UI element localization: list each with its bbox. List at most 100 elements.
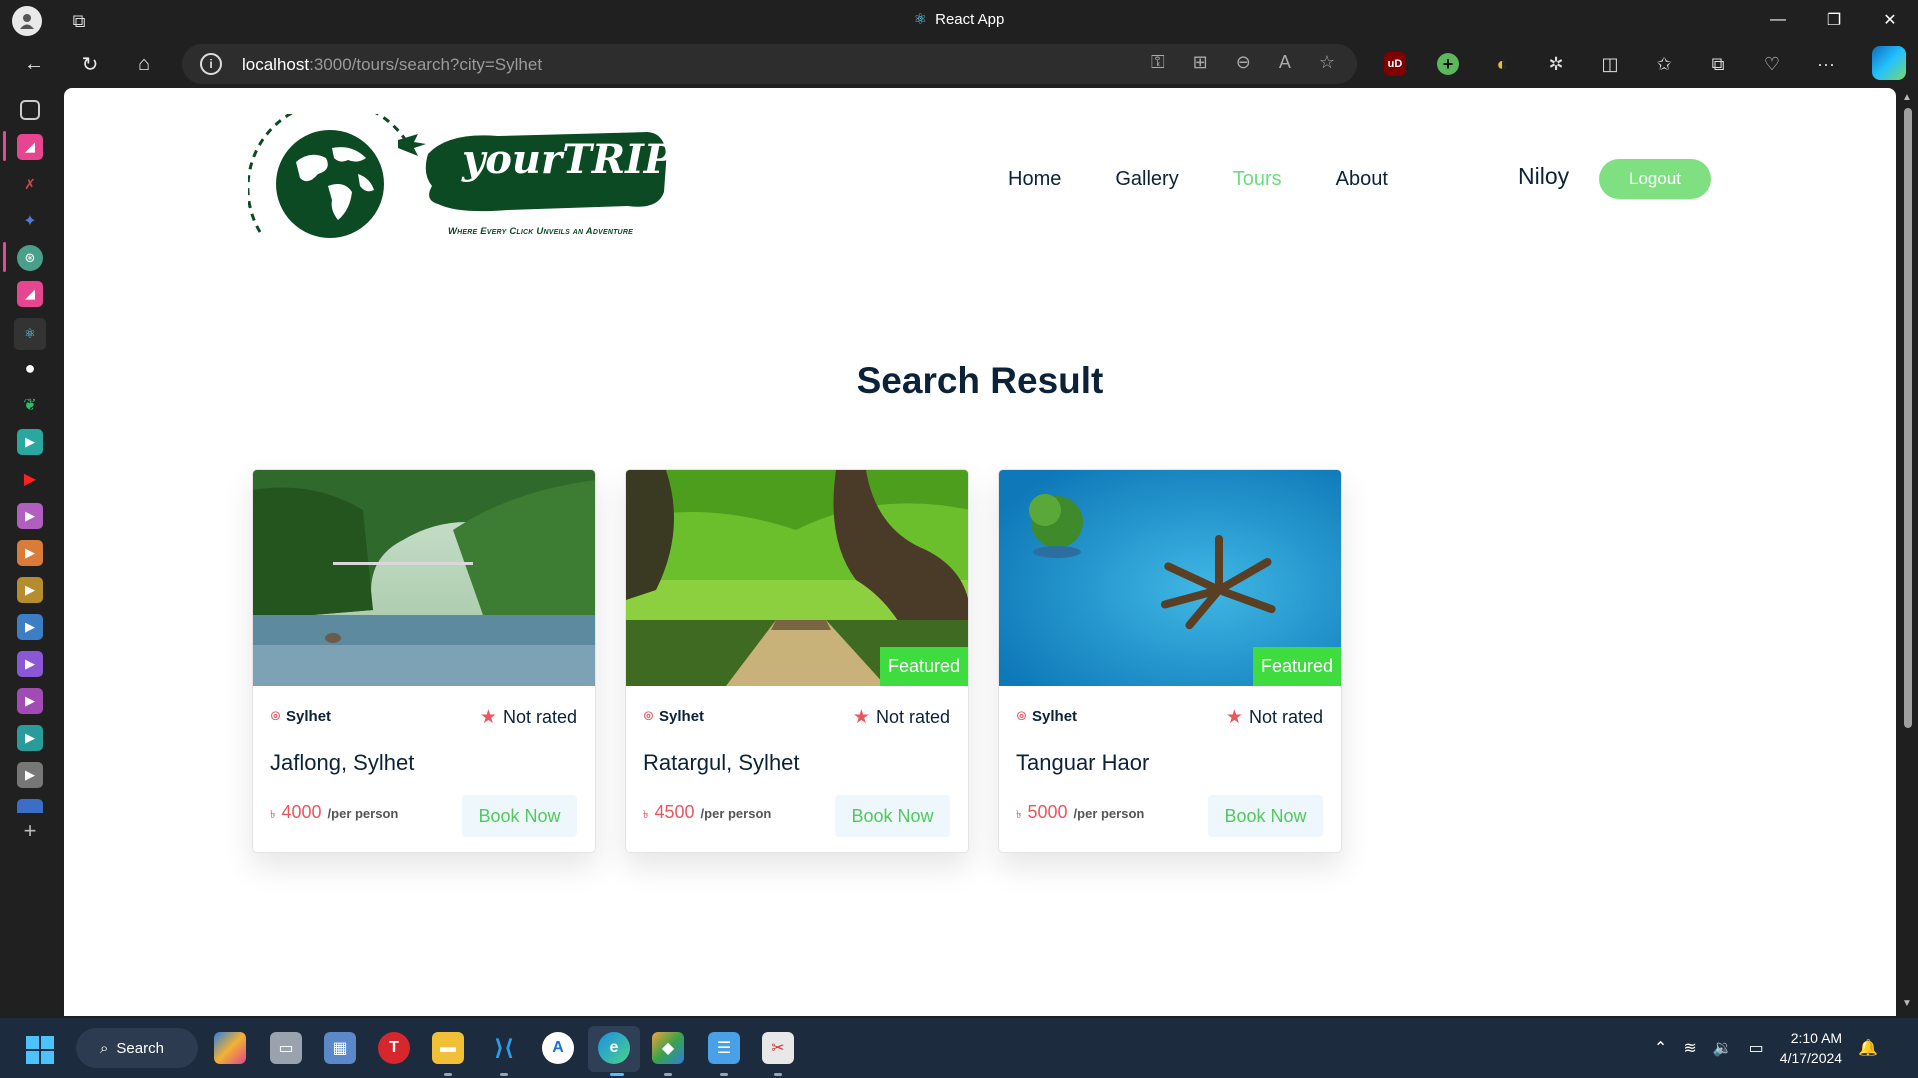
search-icon: ⌕	[100, 1039, 109, 1057]
location-pin-icon: ⌾	[1017, 708, 1027, 725]
tour-card[interactable]: Featured ⌾ Sylhet ★ Not rated Ratargul, Sy…	[625, 469, 969, 853]
restore-button[interactable]: ❐	[1806, 0, 1862, 40]
favorites-icon[interactable]: ✩	[1648, 48, 1680, 80]
scroll-up-arrow-icon[interactable]: ▲	[1902, 92, 1912, 103]
github-icon[interactable]: ●	[17, 355, 43, 381]
snipping-tool-icon[interactable]: ✂	[762, 1032, 794, 1064]
tour-location: ⌾ Sylhet	[1017, 708, 1078, 725]
browser-essentials-icon[interactable]: ♡	[1756, 48, 1788, 80]
book-now-button[interactable]: Book Now	[462, 795, 577, 837]
sidebar-video-magenta-icon[interactable]: ▶	[17, 688, 43, 714]
tour-rating: ★ Not rated	[852, 707, 950, 728]
tour-title[interactable]: Tanguar Haor	[1016, 750, 1149, 776]
main-menu: Home Gallery Tours About	[1008, 168, 1388, 191]
page-scrollbar[interactable]: ▲ ▼	[1898, 88, 1918, 1016]
site-logo[interactable]: yourTRIP Where Every Click Unveils an Ad…	[246, 100, 678, 244]
task-view-icon[interactable]: ▭	[270, 1032, 302, 1064]
tour-title[interactable]: Ratargul, Sylhet	[643, 750, 800, 776]
collections-icon[interactable]: ⧉	[1702, 48, 1734, 80]
sidebar-app-chatgpt-icon[interactable]: ⊛	[17, 245, 43, 271]
site-header: yourTRIP Where Every Click Unveils an Ad…	[64, 88, 1896, 258]
sidebar-video-gray-icon[interactable]: ▶	[17, 762, 43, 788]
sidebar-video-teal-icon[interactable]: ▶	[17, 429, 43, 455]
url-text[interactable]: localhost:3000/tours/search?city=Sylhet	[242, 55, 542, 75]
add-sidebar-app-icon[interactable]: +	[17, 818, 43, 844]
photos-app-icon[interactable]: ▦	[324, 1032, 356, 1064]
wifi-icon[interactable]: ≋	[1683, 1038, 1696, 1058]
close-button[interactable]: ✕	[1862, 0, 1918, 40]
tour-card[interactable]: ⌾ Sylhet ★ Not rated Jaflong, Sylhet ৳ 4000…	[252, 469, 596, 853]
tour-title[interactable]: Jaflong, Sylhet	[270, 750, 414, 776]
sidebar-video-gold-icon[interactable]: ▶	[17, 577, 43, 603]
youtube-icon[interactable]: ▶	[17, 466, 43, 492]
nav-tours[interactable]: Tours	[1233, 168, 1282, 191]
taskbar-clock[interactable]: 2:10 AM 4/17/2024	[1780, 1028, 1842, 1068]
tour-rating: ★ Not rated	[1225, 707, 1323, 728]
sidebar-app-pink-2-icon[interactable]: ◢	[17, 281, 43, 307]
copilot-icon[interactable]	[1872, 46, 1906, 80]
browser-sidebar: ◢ ✗ ✦ ⊛ ◢ ⚛ ● ❦ ▶ ▶ ▶ ▶ ▶ ▶ ▶ ▶ ▶ ▶ +	[0, 88, 62, 1018]
color-extension-icon[interactable]: ◐	[1486, 48, 1518, 80]
tour-image-jaflong[interactable]	[253, 470, 596, 686]
nav-home[interactable]: Home	[1008, 168, 1061, 191]
edge-browser-icon[interactable]: e	[598, 1032, 630, 1064]
mongodb-leaf-icon[interactable]: ❦	[17, 392, 43, 418]
tray-overflow-chevron-icon[interactable]: ⌃	[1654, 1038, 1667, 1058]
site-info-icon[interactable]: i	[200, 53, 222, 75]
address-bar[interactable]: i localhost:3000/tours/search?city=Sylhe…	[182, 44, 1357, 84]
sidebar-video-cyan-icon[interactable]: ▶	[17, 725, 43, 751]
system-tray: ⌃ ≋ 🔉 ▭ 2:10 AM 4/17/2024 🔔	[1654, 1028, 1878, 1068]
teamviewer-icon[interactable]: T	[378, 1032, 410, 1064]
book-now-button[interactable]: Book Now	[835, 795, 950, 837]
refresh-icon[interactable]: ↻	[74, 50, 106, 78]
copilot-taskbar-icon[interactable]	[214, 1032, 246, 1064]
minimize-button[interactable]: —	[1750, 0, 1806, 40]
tour-price: ৳ 4500/per person	[643, 802, 772, 822]
notifications-bell-icon[interactable]: 🔔	[1858, 1038, 1878, 1058]
sidebar-video-blue-icon[interactable]: ▶	[17, 614, 43, 640]
vscode-icon[interactable]: ⟩⟨	[488, 1032, 520, 1064]
notepad-icon[interactable]: ☰	[708, 1032, 740, 1064]
user-name: Niloy	[1518, 163, 1570, 189]
sidebar-video-partial-icon[interactable]	[17, 799, 43, 813]
split-screen-icon[interactable]: ◫	[1594, 48, 1626, 80]
back-arrow-icon[interactable]: ←	[18, 50, 50, 78]
brand-tagline: Where Every Click Unveils an Adventure	[448, 226, 633, 237]
sidebar-video-orange-icon[interactable]: ▶	[17, 540, 43, 566]
add-extension-icon[interactable]: +	[1437, 53, 1459, 75]
sidebar-app-react-icon[interactable]: ⚛	[14, 318, 46, 350]
nav-about[interactable]: About	[1336, 168, 1388, 191]
brand-name: yourTRIP	[462, 136, 674, 183]
read-aloud-icon[interactable]: A	[1279, 52, 1291, 73]
zoom-out-icon[interactable]: ⊖	[1236, 52, 1251, 73]
more-options-icon[interactable]: ···	[1810, 48, 1842, 80]
window-title: ⚛ React App	[913, 11, 1005, 28]
apps-grid-icon[interactable]: ⊞	[1193, 52, 1208, 73]
home-icon[interactable]: ⌂	[128, 50, 160, 78]
nav-gallery[interactable]: Gallery	[1115, 168, 1178, 191]
git-gui-icon[interactable]: ◆	[652, 1032, 684, 1064]
favorite-star-icon[interactable]: ☆	[1319, 52, 1335, 73]
scrollbar-thumb[interactable]	[1904, 108, 1912, 728]
app-store-icon[interactable]: A	[542, 1032, 574, 1064]
file-explorer-icon[interactable]: ▬	[432, 1032, 464, 1064]
tab-panel-icon[interactable]	[20, 100, 40, 120]
battery-icon[interactable]: ▭	[1749, 1038, 1764, 1058]
sidebar-app-pink-icon[interactable]: ◢	[17, 134, 43, 160]
sidebar-video-purple-icon[interactable]: ▶	[17, 503, 43, 529]
sidebar-video-violet-icon[interactable]: ▶	[17, 651, 43, 677]
logout-button[interactable]: Logout	[1599, 159, 1711, 199]
windows-start-icon[interactable]	[26, 1036, 54, 1064]
volume-icon[interactable]: 🔉	[1713, 1038, 1733, 1058]
scroll-down-arrow-icon[interactable]: ▼	[1902, 998, 1912, 1009]
ublock-extension-icon[interactable]: uD	[1384, 52, 1406, 76]
featured-badge: Featured	[880, 647, 968, 686]
extensions-puzzle-icon[interactable]: ✲	[1540, 48, 1572, 80]
sidebar-app-x-icon[interactable]: ✗	[17, 171, 43, 197]
taskbar-search-button[interactable]: ⌕ Search	[76, 1028, 198, 1068]
key-icon[interactable]: ⚿	[1151, 52, 1165, 73]
book-now-button[interactable]: Book Now	[1208, 795, 1323, 837]
sidebar-app-gemini-icon[interactable]: ✦	[17, 208, 43, 234]
tour-card[interactable]: Featured ⌾ Sylhet ★ Not rated Tanguar Haor…	[998, 469, 1342, 853]
tour-price: ৳ 5000/per person	[1016, 802, 1145, 822]
